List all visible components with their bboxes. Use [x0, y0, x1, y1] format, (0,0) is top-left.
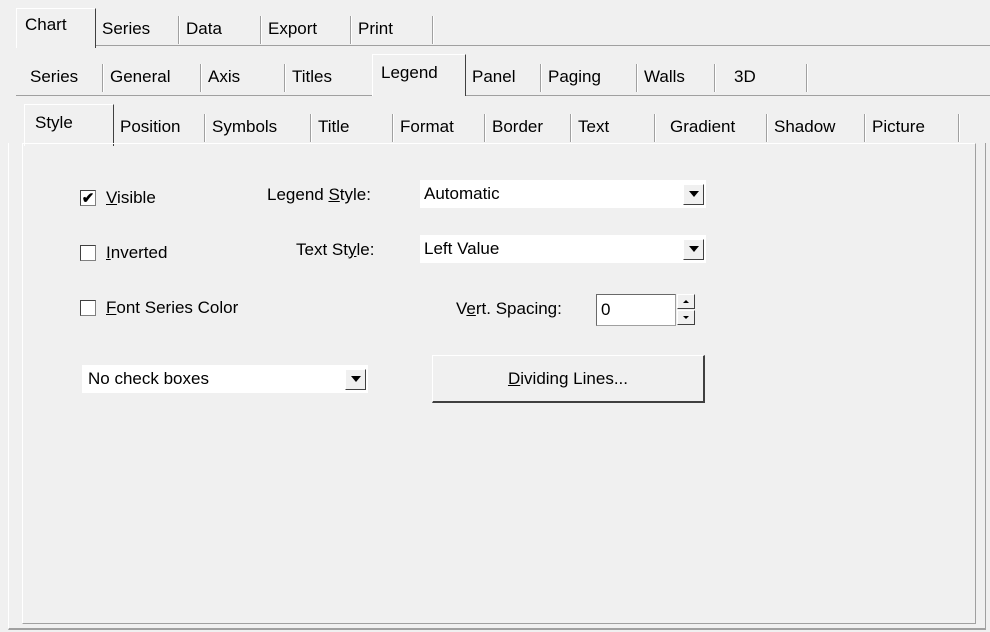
- font-series-color-label: Font Series Color: [106, 298, 239, 317]
- font-series-color-checkbox[interactable]: Font Series Color: [80, 298, 238, 318]
- chevron-down-icon: [688, 246, 699, 252]
- inverted-checkbox-box[interactable]: [80, 245, 96, 261]
- tab-label: Print: [358, 19, 393, 38]
- tab-label: Format: [400, 117, 454, 136]
- tab-walls[interactable]: Walls: [638, 60, 716, 94]
- legend-style-dropdown-button[interactable]: [683, 183, 704, 205]
- tab-label: Symbols: [212, 117, 278, 136]
- tab-label: Text: [578, 117, 610, 136]
- tab-border[interactable]: Border: [486, 110, 572, 144]
- tab-position[interactable]: Position: [114, 110, 206, 144]
- tab-label: 3D: [734, 67, 756, 86]
- arrow-down-icon: [683, 316, 689, 319]
- text-style-dropdown-button[interactable]: [683, 238, 704, 260]
- legend-style-combobox[interactable]: Automatic: [420, 180, 706, 208]
- checkbox-mode-dropdown-button[interactable]: [345, 368, 366, 390]
- tab-panel[interactable]: Panel: [466, 60, 542, 94]
- tab-label: Axis: [208, 67, 241, 86]
- tab-axis[interactable]: Axis: [202, 60, 286, 94]
- tab-3d[interactable]: 3D: [716, 60, 808, 94]
- vert-spacing-label: Vert. Spacing:: [456, 299, 562, 318]
- tab-format[interactable]: Format: [394, 110, 486, 144]
- tab-chart[interactable]: Chart: [16, 8, 96, 48]
- tab-label: Panel: [472, 67, 516, 86]
- tab-series-top[interactable]: Series: [96, 12, 180, 46]
- text-style-value: Left Value: [424, 239, 500, 258]
- tab-export[interactable]: Export: [262, 12, 352, 46]
- tab-label: Paging: [548, 67, 601, 86]
- inverted-checkbox-label: Inverted: [106, 243, 168, 262]
- text-style-label: Text Style:: [296, 240, 375, 259]
- checkbox-mode-combobox[interactable]: No check boxes: [82, 365, 368, 393]
- vert-spacing-input[interactable]: 0: [596, 294, 676, 326]
- visible-checkbox-label: Visible: [106, 188, 156, 207]
- visible-checkbox[interactable]: ✔ Visible: [80, 188, 156, 208]
- tab-text[interactable]: Text: [572, 110, 656, 144]
- spin-up-button[interactable]: [677, 294, 695, 309]
- tab-label: Style: [35, 113, 73, 132]
- tab-data[interactable]: Data: [180, 12, 262, 46]
- check-mark-icon: ✔: [81, 189, 95, 207]
- tab-chart-label: Chart: [25, 15, 67, 34]
- tab-label: Legend: [381, 63, 438, 82]
- tab-label: Title: [318, 117, 350, 136]
- checkbox-mode-value: No check boxes: [88, 369, 209, 388]
- tab-picture[interactable]: Picture: [866, 110, 960, 144]
- tab-shadow[interactable]: Shadow: [768, 110, 866, 144]
- tab-label: Walls: [644, 67, 685, 86]
- tab-row-2-baseline: [16, 95, 990, 96]
- tab-print[interactable]: Print: [352, 12, 434, 46]
- tab-series[interactable]: Series: [24, 60, 104, 94]
- dividing-lines-button[interactable]: Dividing Lines...: [432, 355, 705, 403]
- tab-symbols[interactable]: Symbols: [206, 110, 312, 144]
- tab-label: Position: [120, 117, 181, 136]
- tab-label: Gradient: [670, 117, 736, 136]
- tab-label: General: [110, 67, 171, 86]
- font-series-color-checkbox-box[interactable]: [80, 300, 96, 316]
- tab-label: Series: [30, 67, 79, 86]
- chevron-down-icon: [350, 376, 361, 382]
- dividing-lines-label: Dividing Lines...: [507, 368, 628, 388]
- tab-label: Shadow: [774, 117, 836, 136]
- tab-gradient[interactable]: Gradient: [656, 110, 768, 144]
- tab-titles[interactable]: Titles: [286, 60, 372, 94]
- tab-title[interactable]: Title: [312, 110, 394, 144]
- tab-label: Data: [186, 19, 222, 38]
- tab-label: Series: [102, 19, 151, 38]
- tab-general[interactable]: General: [104, 60, 202, 94]
- legend-style-label: Legend Style:: [267, 185, 371, 204]
- chevron-down-icon: [688, 191, 699, 197]
- arrow-up-icon: [683, 300, 689, 303]
- legend-style-value: Automatic: [424, 184, 500, 203]
- visible-checkbox-box[interactable]: ✔: [80, 190, 96, 206]
- tab-style[interactable]: Style: [24, 104, 114, 146]
- tab-paging[interactable]: Paging: [542, 60, 638, 94]
- tab-legend[interactable]: Legend: [372, 54, 466, 96]
- text-style-combobox[interactable]: Left Value: [420, 235, 706, 263]
- vert-spacing-value: 0: [601, 300, 611, 319]
- tab-label: Titles: [292, 67, 332, 86]
- inverted-checkbox[interactable]: Inverted: [80, 243, 167, 263]
- tab-label: Export: [268, 19, 318, 38]
- tab-label: Picture: [872, 117, 925, 136]
- spin-down-button[interactable]: [677, 310, 695, 325]
- tab-label: Border: [492, 117, 544, 136]
